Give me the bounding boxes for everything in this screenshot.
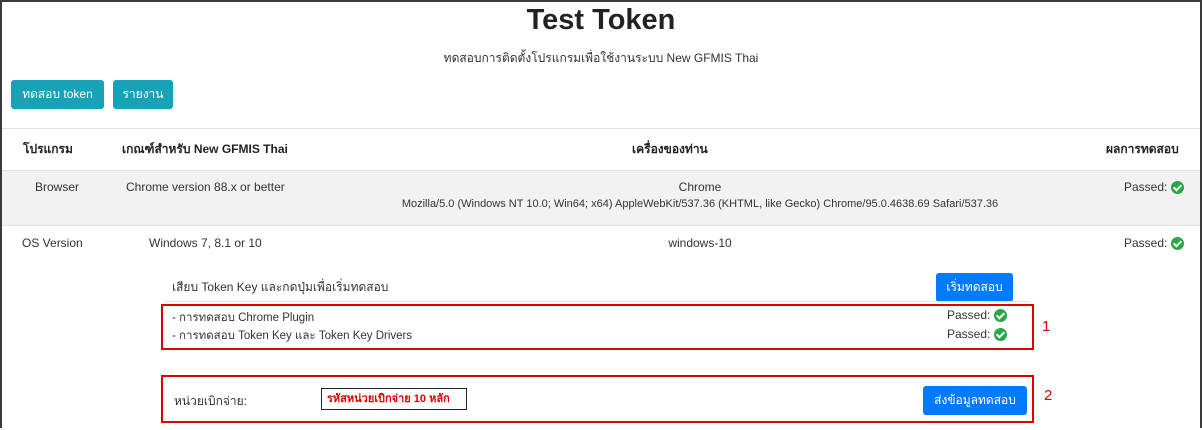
annotation-label-2: 2 bbox=[1044, 387, 1053, 404]
passed-text: Passed: bbox=[947, 327, 991, 341]
highlight-box-2 bbox=[161, 375, 1034, 423]
chrome-plugin-test-label: - การทดสอบ Chrome Plugin bbox=[172, 312, 315, 324]
row-browser-user-agent: Mozilla/5.0 (Windows NT 10.0; Win64; x64… bbox=[401, 198, 999, 210]
unit-label: หน่วยเบิกจ่าย: bbox=[174, 394, 248, 408]
row-os-result: Passed: bbox=[1124, 236, 1185, 250]
row-browser-criteria: Chrome version 88.x or better bbox=[126, 180, 285, 194]
token-instruction: เสียบ Token Key และกดปุ่มเพื่อเริ่มทดสอบ bbox=[172, 280, 389, 294]
row-os-machine: windows-10 bbox=[668, 236, 732, 250]
header-program: โปรแกรม bbox=[23, 142, 73, 156]
row-os-program: OS Version bbox=[22, 236, 83, 250]
page-title: Test Token bbox=[526, 4, 676, 36]
check-circle-icon bbox=[994, 327, 1008, 341]
row-browser-machine: Chrome bbox=[678, 180, 722, 194]
section-divider bbox=[164, 301, 1030, 302]
submit-test-data-button[interactable]: ส่งข้อมูลทดสอบ bbox=[923, 386, 1027, 415]
page-subtitle: ทดสอบการติดตั้งโปรแกรมเพื่อใช้งานระบบ Ne… bbox=[443, 51, 759, 65]
row-os-criteria: Windows 7, 8.1 or 10 bbox=[149, 236, 262, 250]
check-circle-icon bbox=[994, 308, 1008, 322]
header-criteria: เกณฑ์สำหรับ New GFMIS Thai bbox=[122, 142, 288, 156]
passed-text: Passed: bbox=[1124, 236, 1168, 250]
table-top-divider bbox=[2, 128, 1200, 129]
header-your-machine: เครื่องของท่าน bbox=[632, 142, 708, 156]
test-token-button[interactable]: ทดสอบ token bbox=[11, 80, 104, 109]
start-test-button[interactable]: เริ่มทดสอบ bbox=[936, 273, 1013, 302]
check-circle-icon bbox=[1171, 180, 1185, 194]
report-button[interactable]: รายงาน bbox=[113, 80, 173, 109]
token-driver-test-label: - การทดสอบ Token Key และ Token Key Drive… bbox=[172, 330, 413, 342]
chrome-plugin-test-result: Passed: bbox=[947, 308, 1008, 322]
passed-text: Passed: bbox=[947, 308, 991, 322]
unit-code-input[interactable] bbox=[321, 388, 467, 410]
row-browser-program: Browser bbox=[35, 180, 80, 194]
row-divider bbox=[2, 225, 1200, 226]
header-result: ผลการทดสอบ bbox=[1106, 142, 1179, 156]
row-browser-result: Passed: bbox=[1124, 180, 1185, 194]
annotation-label-1: 1 bbox=[1042, 318, 1051, 335]
passed-text: Passed: bbox=[1124, 180, 1168, 194]
token-driver-test-result: Passed: bbox=[947, 327, 1008, 341]
check-circle-icon bbox=[1171, 236, 1185, 250]
